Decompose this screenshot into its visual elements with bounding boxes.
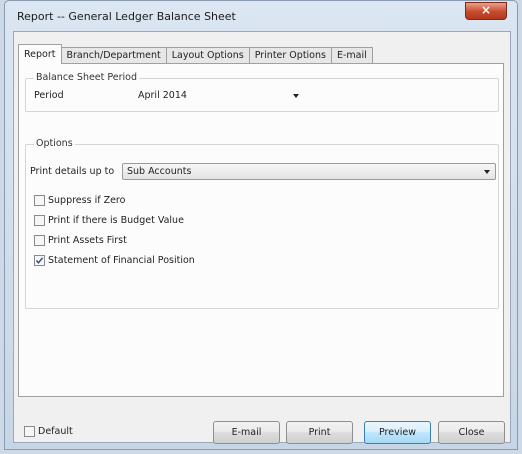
checkmark-icon	[35, 256, 44, 264]
dialog-body: Report Branch/Department Layout Options …	[13, 31, 511, 444]
period-label: Period	[34, 90, 64, 101]
report-tab-panel: Balance Sheet Period Period April 2014 O…	[18, 63, 504, 397]
chevron-down-icon	[293, 94, 299, 98]
close-icon: ×	[480, 3, 492, 17]
preview-button[interactable]: Preview	[364, 421, 431, 444]
tab-email[interactable]: E-mail	[330, 47, 373, 64]
statement-of-financial-position-option[interactable]: Statement of Financial Position	[34, 253, 195, 267]
tab-branch-department[interactable]: Branch/Department	[60, 47, 167, 64]
print-details-label: Print details up to	[30, 166, 115, 177]
default-label: Default	[38, 426, 73, 437]
print-assets-first-label: Print Assets First	[48, 234, 127, 246]
print-button[interactable]: Print	[286, 421, 353, 444]
close-window-button[interactable]: ×	[465, 2, 507, 20]
print-if-budget-value-checkbox[interactable]	[34, 214, 45, 226]
tab-layout-options[interactable]: Layout Options	[165, 47, 250, 64]
suppress-if-zero-checkbox[interactable]	[34, 194, 45, 206]
chevron-down-icon	[484, 170, 490, 174]
print-details-value: Sub Accounts	[127, 166, 192, 177]
balance-sheet-period-group: Balance Sheet Period Period April 2014	[25, 72, 499, 112]
statement-of-financial-position-label: Statement of Financial Position	[48, 254, 195, 266]
default-option[interactable]: Default	[24, 426, 73, 437]
close-button[interactable]: Close	[438, 421, 505, 444]
tab-strip: Report Branch/Department Layout Options …	[18, 44, 373, 64]
print-details-select[interactable]: Sub Accounts	[122, 163, 496, 180]
options-group: Options Print details up to Sub Accounts…	[25, 138, 499, 309]
print-assets-first-option[interactable]: Print Assets First	[34, 233, 127, 247]
tab-report[interactable]: Report	[18, 44, 62, 64]
print-if-budget-value-option[interactable]: Print if there is Budget Value	[34, 213, 184, 227]
period-select[interactable]: April 2014	[134, 88, 304, 105]
options-title: Options	[34, 138, 75, 149]
title-bar[interactable]: Report -- General Ledger Balance Sheet ×	[5, 1, 517, 31]
email-button[interactable]: E-mail	[213, 421, 280, 444]
default-checkbox[interactable]	[24, 426, 35, 437]
balance-sheet-period-title: Balance Sheet Period	[34, 72, 140, 83]
suppress-if-zero-option[interactable]: Suppress if Zero	[34, 193, 125, 207]
tab-printer-options[interactable]: Printer Options	[248, 47, 332, 64]
window-title: Report -- General Ledger Balance Sheet	[17, 10, 236, 23]
statement-of-financial-position-checkbox[interactable]	[34, 254, 45, 266]
report-dialog: Report -- General Ledger Balance Sheet ×…	[4, 0, 518, 450]
print-if-budget-value-label: Print if there is Budget Value	[48, 214, 184, 226]
print-assets-first-checkbox[interactable]	[34, 234, 45, 246]
suppress-if-zero-label: Suppress if Zero	[48, 194, 126, 206]
period-value: April 2014	[138, 90, 187, 101]
